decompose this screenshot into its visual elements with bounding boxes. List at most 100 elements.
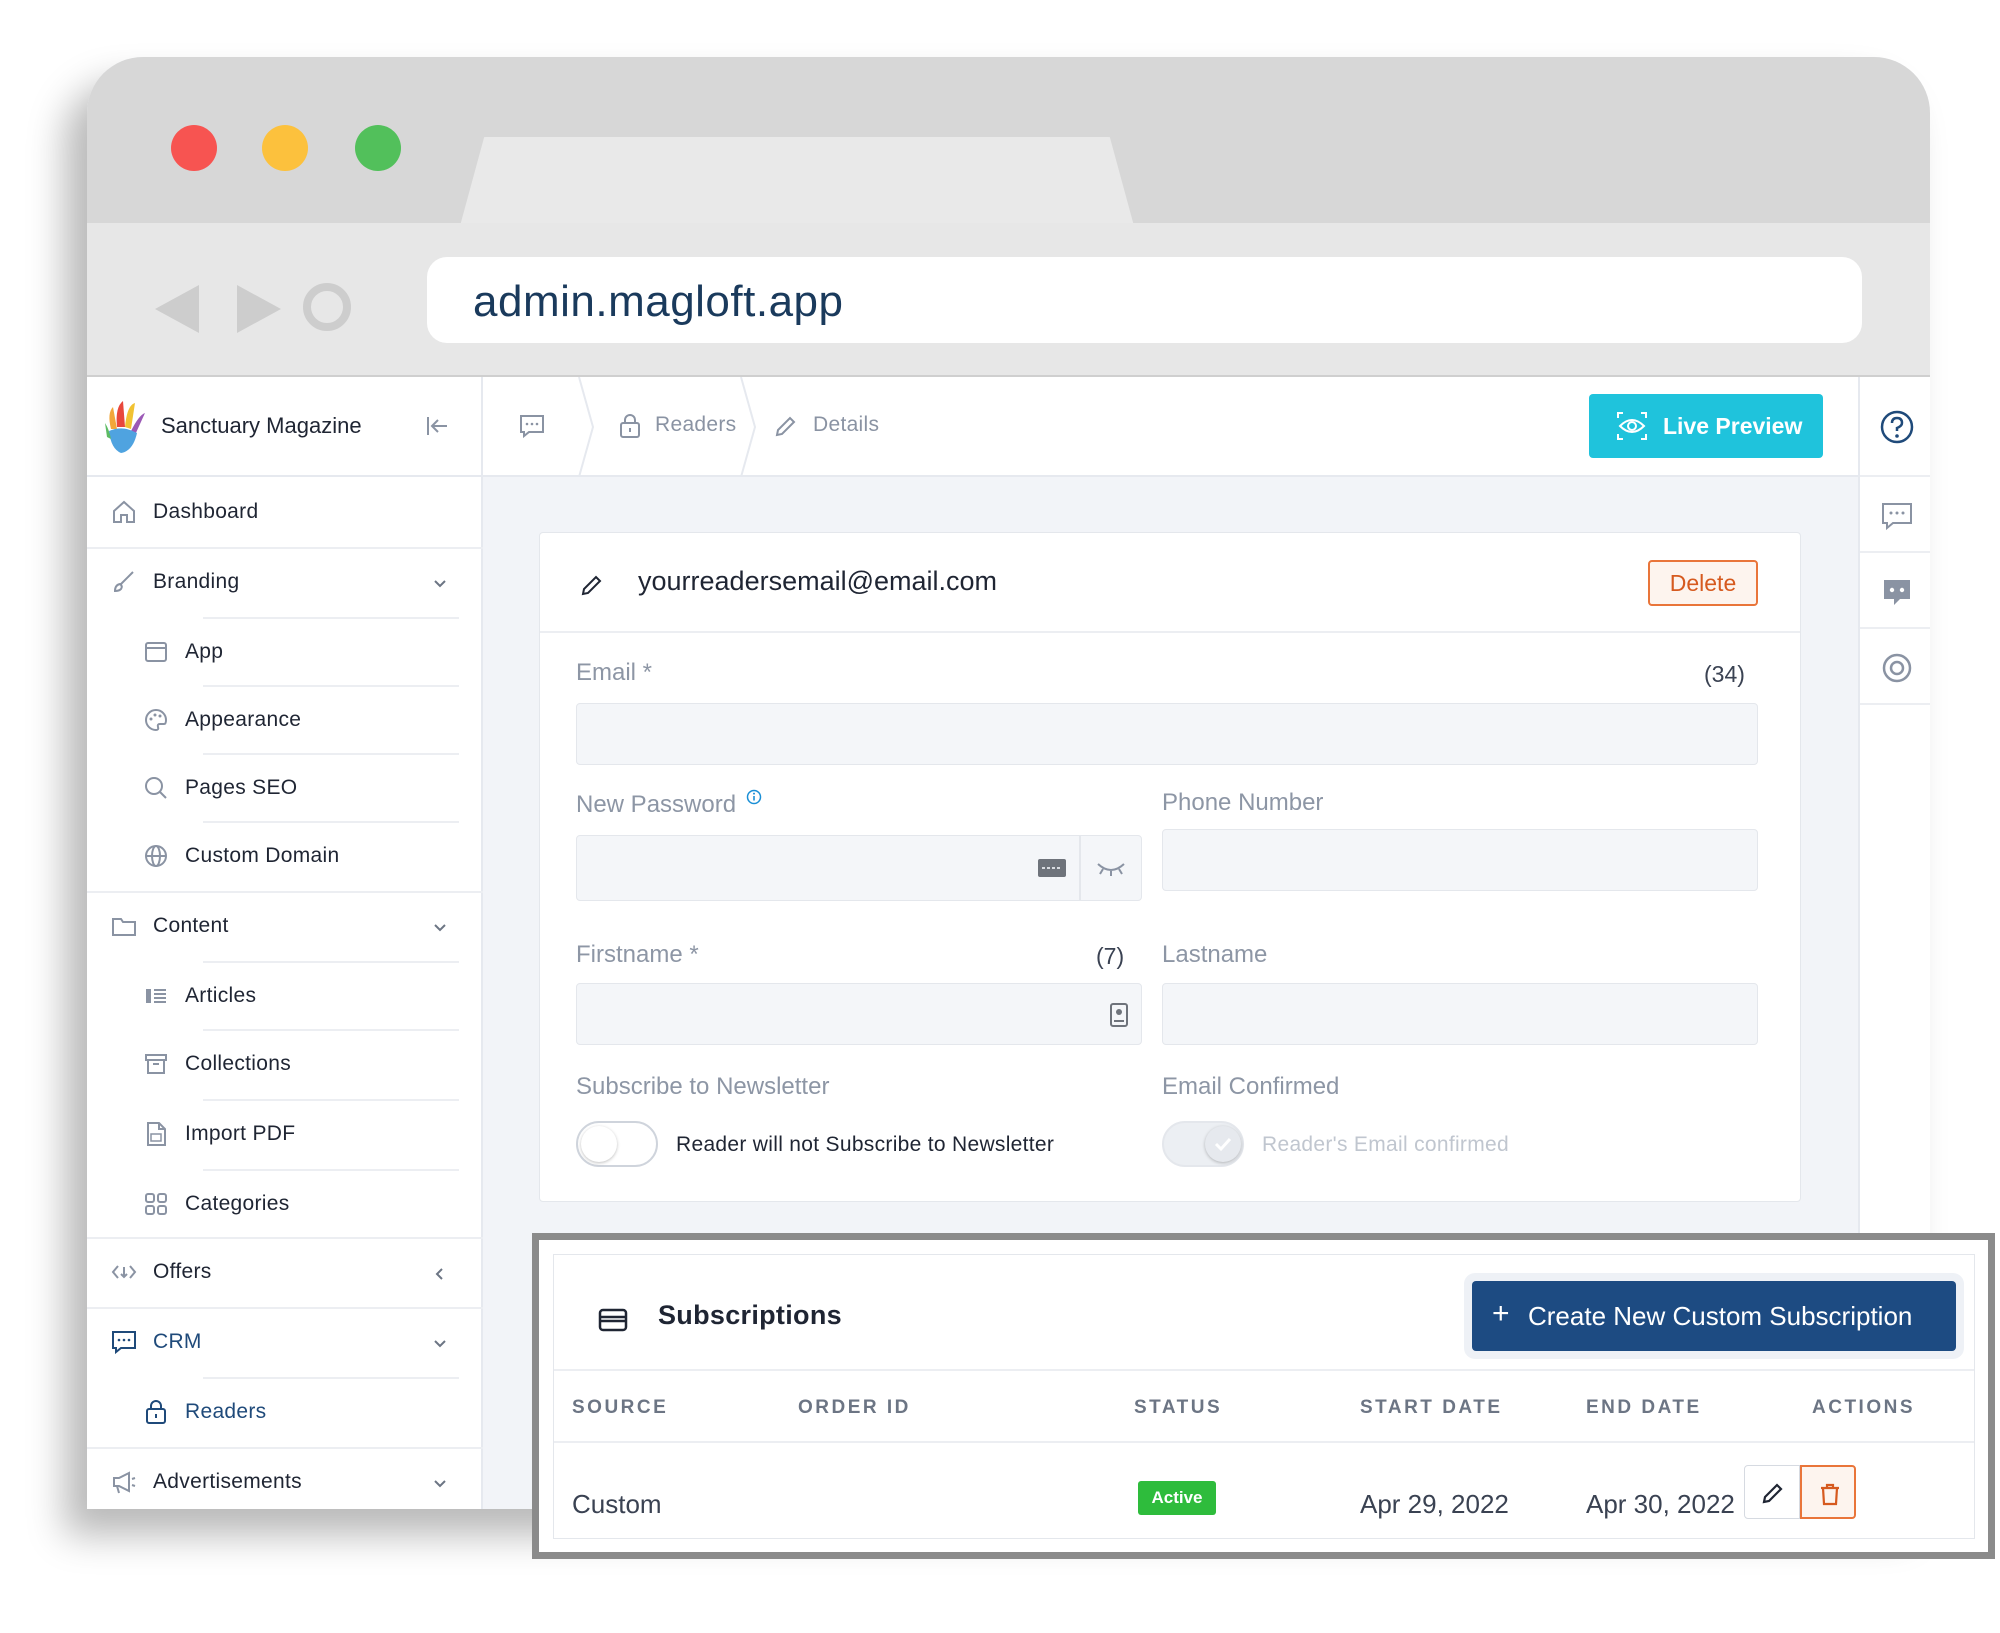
sidebar-item-appearance[interactable]: Appearance — [87, 685, 483, 753]
breadcrumb-separator — [578, 377, 595, 477]
chevron-down-icon — [434, 1340, 446, 1348]
email-confirmed-toggle-text: Reader's Email confirmed — [1262, 1133, 1509, 1156]
subscriptions-highlight-frame: Subscriptions + Create New Custom Subscr… — [532, 1233, 1995, 1559]
sidebar-item-label: Pages SEO — [185, 776, 298, 799]
column-header-source[interactable]: SOURCE — [572, 1397, 668, 1419]
pencil-icon — [1762, 1483, 1783, 1504]
password-manager-icon[interactable] — [1037, 856, 1067, 880]
chevron-left-icon — [435, 1268, 443, 1280]
lock-bag-icon — [146, 1400, 166, 1424]
password-field[interactable] — [576, 835, 1142, 901]
collapse-sidebar-icon[interactable] — [425, 413, 451, 439]
chevron-down-icon — [434, 580, 446, 588]
breadcrumb-label: Details — [813, 413, 880, 436]
sidebar-item-label: App — [185, 640, 224, 663]
password-label: New Password — [576, 791, 737, 818]
delete-button[interactable]: Delete — [1648, 560, 1758, 606]
reload-icon[interactable] — [303, 283, 351, 331]
contact-card-icon[interactable] — [1109, 1002, 1129, 1028]
sidebar: Sanctuary Magazine Dashboard Branding Ap… — [87, 377, 483, 1509]
phone-field[interactable] — [1162, 829, 1758, 891]
chat-icon[interactable] — [519, 413, 545, 439]
column-header-start-date[interactable]: START DATE — [1360, 1397, 1503, 1419]
back-arrow-icon[interactable] — [155, 285, 199, 333]
articles-icon — [146, 989, 166, 1003]
sidebar-brand[interactable]: Sanctuary Magazine — [87, 377, 481, 477]
column-header-end-date[interactable]: END DATE — [1586, 1397, 1702, 1419]
cell-source: Custom — [572, 1489, 662, 1519]
minimize-window-button[interactable] — [262, 125, 308, 171]
toggle-knob — [581, 1126, 617, 1162]
brush-icon — [113, 571, 134, 593]
forward-arrow-icon[interactable] — [237, 285, 281, 333]
address-bar[interactable]: admin.magloft.app — [427, 257, 1862, 343]
delete-subscription-button[interactable] — [1800, 1465, 1856, 1519]
sidebar-item-advertisements[interactable]: Advertisements — [87, 1447, 483, 1509]
firstname-char-count: (7) — [1096, 943, 1125, 969]
sidebar-item-readers[interactable]: Readers — [87, 1377, 483, 1445]
sidebar-item-branding[interactable]: Branding — [87, 547, 483, 615]
maximize-window-button[interactable] — [355, 125, 401, 171]
close-window-button[interactable] — [171, 125, 217, 171]
sidebar-item-label: Articles — [185, 984, 257, 1007]
comments-button[interactable] — [1860, 477, 1930, 553]
field-divider — [1079, 836, 1081, 900]
newsletter-label: Subscribe to Newsletter — [576, 1073, 830, 1100]
sidebar-item-import-pdf[interactable]: Import PDF — [87, 1099, 483, 1167]
edit-subscription-button[interactable] — [1744, 1465, 1800, 1519]
globe-icon — [145, 845, 167, 867]
sidebar-item-dashboard[interactable]: Dashboard — [87, 477, 483, 545]
brand-name: Sanctuary Magazine — [161, 413, 362, 438]
page-header: Readers Details Live Preview — [483, 377, 1858, 477]
live-preview-button[interactable]: Live Preview — [1589, 394, 1823, 458]
breadcrumb-label: Readers — [655, 413, 737, 436]
create-subscription-button[interactable]: + Create New Custom Subscription — [1472, 1281, 1956, 1351]
email-field[interactable] — [576, 703, 1758, 765]
column-header-status[interactable]: STATUS — [1134, 1397, 1222, 1419]
newsletter-toggle-text: Reader will not Subscribe to Newsletter — [676, 1133, 1055, 1156]
eye-icon — [1617, 412, 1647, 440]
archive-icon — [145, 1054, 167, 1074]
sidebar-item-articles[interactable]: Articles — [87, 961, 483, 1029]
sidebar-item-pages-seo[interactable]: Pages SEO — [87, 753, 483, 821]
browser-tab[interactable] — [457, 137, 1137, 237]
megaphone-icon — [113, 1471, 136, 1494]
chat-icon — [112, 1331, 136, 1355]
phone-label: Phone Number — [1162, 789, 1324, 816]
email-confirmed-toggle[interactable] — [1162, 1121, 1244, 1167]
sidebar-item-offers[interactable]: Offers — [87, 1237, 483, 1305]
card-title: yourreadersemail@email.com — [638, 566, 998, 596]
card-header: yourreadersemail@email.com Delete — [540, 533, 1800, 633]
palette-icon — [145, 708, 168, 732]
info-icon[interactable] — [746, 789, 762, 805]
address-bar-url: admin.magloft.app — [473, 277, 844, 326]
sidebar-item-collections[interactable]: Collections — [87, 1029, 483, 1097]
column-header-order-id[interactable]: ORDER ID — [798, 1397, 911, 1419]
discord-button[interactable] — [1860, 553, 1930, 629]
sidebar-item-custom-domain[interactable]: Custom Domain — [87, 821, 483, 889]
table-header: SOURCE ORDER ID STATUS START DATE END DA… — [554, 1369, 1974, 1443]
lastname-label: Lastname — [1162, 941, 1268, 968]
lastname-field[interactable] — [1162, 983, 1758, 1045]
comment-icon — [1882, 503, 1912, 531]
firstname-field[interactable] — [576, 983, 1142, 1045]
sidebar-item-crm[interactable]: CRM — [87, 1307, 483, 1375]
support-button[interactable] — [1860, 629, 1930, 705]
offers-icon — [111, 1265, 137, 1279]
live-preview-label: Live Preview — [1663, 413, 1803, 439]
lifebuoy-icon — [1882, 653, 1912, 683]
email-char-count: (34) — [1704, 661, 1745, 687]
discord-icon — [1884, 580, 1910, 605]
sidebar-item-label: Appearance — [185, 708, 302, 731]
grid-icon — [145, 1193, 167, 1215]
pencil-icon — [581, 575, 602, 596]
sidebar-item-label: Collections — [185, 1052, 292, 1075]
newsletter-toggle[interactable] — [576, 1121, 658, 1167]
sidebar-item-content[interactable]: Content — [87, 891, 483, 959]
sidebar-item-categories[interactable]: Categories — [87, 1169, 483, 1237]
sidebar-item-app[interactable]: App — [87, 617, 483, 685]
eye-closed-icon[interactable] — [1095, 856, 1127, 880]
help-button[interactable] — [1860, 377, 1930, 477]
chevron-down-icon — [434, 924, 446, 932]
trash-icon — [1821, 1483, 1839, 1506]
